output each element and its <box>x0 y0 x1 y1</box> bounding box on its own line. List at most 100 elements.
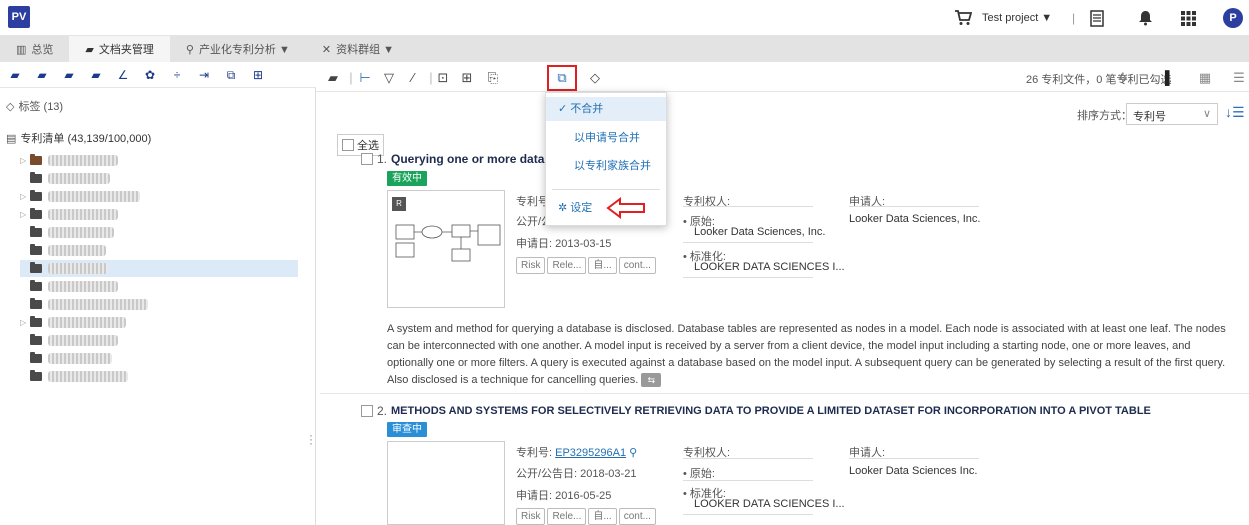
overview-icon: ▥ <box>16 43 27 56</box>
check-icon: ✓ <box>558 103 568 115</box>
add-folder-icon[interactable]: ▰ <box>8 68 22 82</box>
tree-row[interactable] <box>20 332 118 349</box>
location-pin-icon[interactable]: ⚲ <box>629 447 637 459</box>
main-tabs: ▥ 总览 ▰ 文档夹管理 ⚲ 产业化专利分析 ▼ ✕ 资料群组 ▼ <box>0 36 1249 62</box>
tree-row[interactable] <box>20 242 106 259</box>
expand-arrow-icon[interactable]: ▷ <box>20 210 30 219</box>
info-folder-icon[interactable]: ▰ <box>324 69 342 87</box>
app-logo[interactable]: PV <box>8 6 30 28</box>
bell-icon[interactable] <box>1138 0 1153 36</box>
split-icon[interactable]: ÷ <box>170 68 184 82</box>
list-layout-icon[interactable]: ▐ <box>1156 69 1174 87</box>
result-title[interactable]: Querying one or more databas <box>391 152 565 166</box>
tag-icon: ◇ <box>6 100 15 113</box>
gear-icon[interactable]: ✲ <box>1114 69 1132 87</box>
result-title[interactable]: METHODS AND SYSTEMS FOR SELECTIVELY RETR… <box>391 405 1151 417</box>
document-icon[interactable] <box>1090 0 1104 36</box>
edit-icon[interactable]: ∠ <box>116 68 130 82</box>
tag-icon[interactable]: ◇ <box>586 69 604 87</box>
tree-row[interactable]: ▷ <box>20 152 118 169</box>
auto-button[interactable]: 自... <box>588 508 617 525</box>
relevance-button[interactable]: Rele... <box>547 508 587 525</box>
divider: | <box>1072 11 1076 25</box>
tab-data-groups[interactable]: ✕ 资料群组 ▼ <box>306 36 410 62</box>
move-folder-icon[interactable]: ▰ <box>62 68 76 82</box>
palette-icon[interactable]: ✿ <box>143 68 157 82</box>
tree-row[interactable] <box>20 170 110 187</box>
sort-select[interactable]: 专利号 ∨ <box>1126 103 1218 125</box>
export-icon[interactable]: ⇥ <box>197 68 211 82</box>
patent-number-link[interactable]: EP3295296A1 <box>555 447 626 459</box>
folder-icon <box>30 316 42 327</box>
patent-thumbnail[interactable]: R <box>387 190 505 308</box>
merge-button[interactable]: ⧉ <box>547 65 577 91</box>
expand-arrow-icon[interactable]: ▷ <box>20 156 30 165</box>
redacted-label <box>48 209 118 220</box>
action-buttons: Risk Rele... 自... cont... <box>516 257 658 274</box>
redacted-label <box>48 263 108 274</box>
search-icon: ⚲ <box>185 43 194 56</box>
sort-label: 排序方式： <box>1077 110 1132 122</box>
result-checkbox[interactable] <box>361 153 373 165</box>
user-avatar[interactable]: P <box>1223 0 1243 36</box>
patent-list-node[interactable]: ▤ 专利清单 (43,139/100,000) <box>6 130 151 146</box>
content-button[interactable]: cont... <box>618 257 656 274</box>
export-icon[interactable]: ⊡ <box>434 69 452 87</box>
grid-layout-icon[interactable]: ▦ <box>1196 69 1214 87</box>
tree-row[interactable] <box>20 368 128 385</box>
risk-button[interactable]: Risk <box>516 257 546 274</box>
tree-row[interactable] <box>20 278 118 295</box>
top-bar: PV Test project ▼ | P <box>0 0 1249 36</box>
panel-splitter-handle[interactable]: · · · <box>309 429 313 449</box>
tree-view-icon[interactable]: ⊢ <box>356 69 374 87</box>
menu-item-merge-by-application[interactable]: 以申请号合并 <box>546 126 666 150</box>
result-checkbox[interactable] <box>361 405 373 417</box>
tree-row[interactable] <box>20 296 148 313</box>
relevance-button[interactable]: Rele... <box>547 257 587 274</box>
patent-thumbnail[interactable] <box>387 441 505 525</box>
folder-icon <box>30 226 42 237</box>
group-icon: ✕ <box>321 43 332 56</box>
tree-row[interactable]: ▷ <box>20 314 126 331</box>
expand-arrow-icon[interactable]: ▷ <box>20 192 30 201</box>
results-summary: 26 专利文件，0 笔专利已勾选 <box>1026 74 1172 86</box>
content-button[interactable]: cont... <box>618 508 656 525</box>
thumbnail-label: R <box>392 197 406 211</box>
remove-folder-icon[interactable]: ▰ <box>35 68 49 82</box>
tab-industrial-analysis[interactable]: ⚲ 产业化专利分析 ▼ <box>170 36 306 62</box>
tree-row[interactable]: ▷ <box>20 206 118 223</box>
highlighter-icon[interactable]: ⁄ <box>404 69 422 87</box>
menu-item-merge-by-family[interactable]: 以专利家族合并 <box>546 154 666 178</box>
folder-icon <box>30 262 42 273</box>
folder-toolbar: ▰ ▰ ▰ ▰ ∠ ✿ ÷ ⇥ ⧉ ⊞ <box>0 62 316 88</box>
tree-row[interactable] <box>20 224 114 241</box>
tab-overview[interactable]: ▥ 总览 <box>0 36 69 62</box>
sort-direction-icon[interactable]: ↓☰ <box>1225 104 1245 121</box>
result-title-row: 2. METHODS AND SYSTEMS FOR SELECTIVELY R… <box>361 404 1151 418</box>
preview-icon[interactable]: ⎘ <box>484 69 502 87</box>
tree-row[interactable]: ▷ <box>20 188 140 205</box>
redacted-label <box>48 173 110 184</box>
tree-row[interactable] <box>20 350 112 367</box>
add-icon[interactable]: ⊞ <box>458 69 476 87</box>
status-badge: 审查中 <box>387 422 427 437</box>
redacted-label <box>48 299 148 310</box>
compact-layout-icon[interactable]: ☰ <box>1230 69 1248 87</box>
cart-icon[interactable] <box>954 0 972 36</box>
copy-icon[interactable]: ⧉ <box>224 68 238 82</box>
project-selector[interactable]: Test project ▼ <box>982 0 1052 36</box>
menu-item-no-merge[interactable]: ✓ 不合并 <box>546 97 666 121</box>
open-folder-icon[interactable]: ▰ <box>89 68 103 82</box>
tab-folder-management[interactable]: ▰ 文档夹管理 <box>69 36 170 62</box>
filter-icon[interactable]: ▽ <box>380 69 398 87</box>
folder-icon <box>30 244 42 255</box>
tags-node[interactable]: ◇ 标签 (13) <box>6 98 63 114</box>
apps-grid-icon[interactable] <box>1181 0 1196 36</box>
expand-icon[interactable]: ⊞ <box>251 68 265 82</box>
translate-icon[interactable]: ⇆ <box>641 373 662 388</box>
tree-row-selected[interactable] <box>20 260 298 277</box>
expand-arrow-icon[interactable]: ▷ <box>20 318 30 327</box>
risk-button[interactable]: Risk <box>516 508 546 525</box>
auto-button[interactable]: 自... <box>588 257 617 274</box>
folder-icon <box>30 370 42 381</box>
